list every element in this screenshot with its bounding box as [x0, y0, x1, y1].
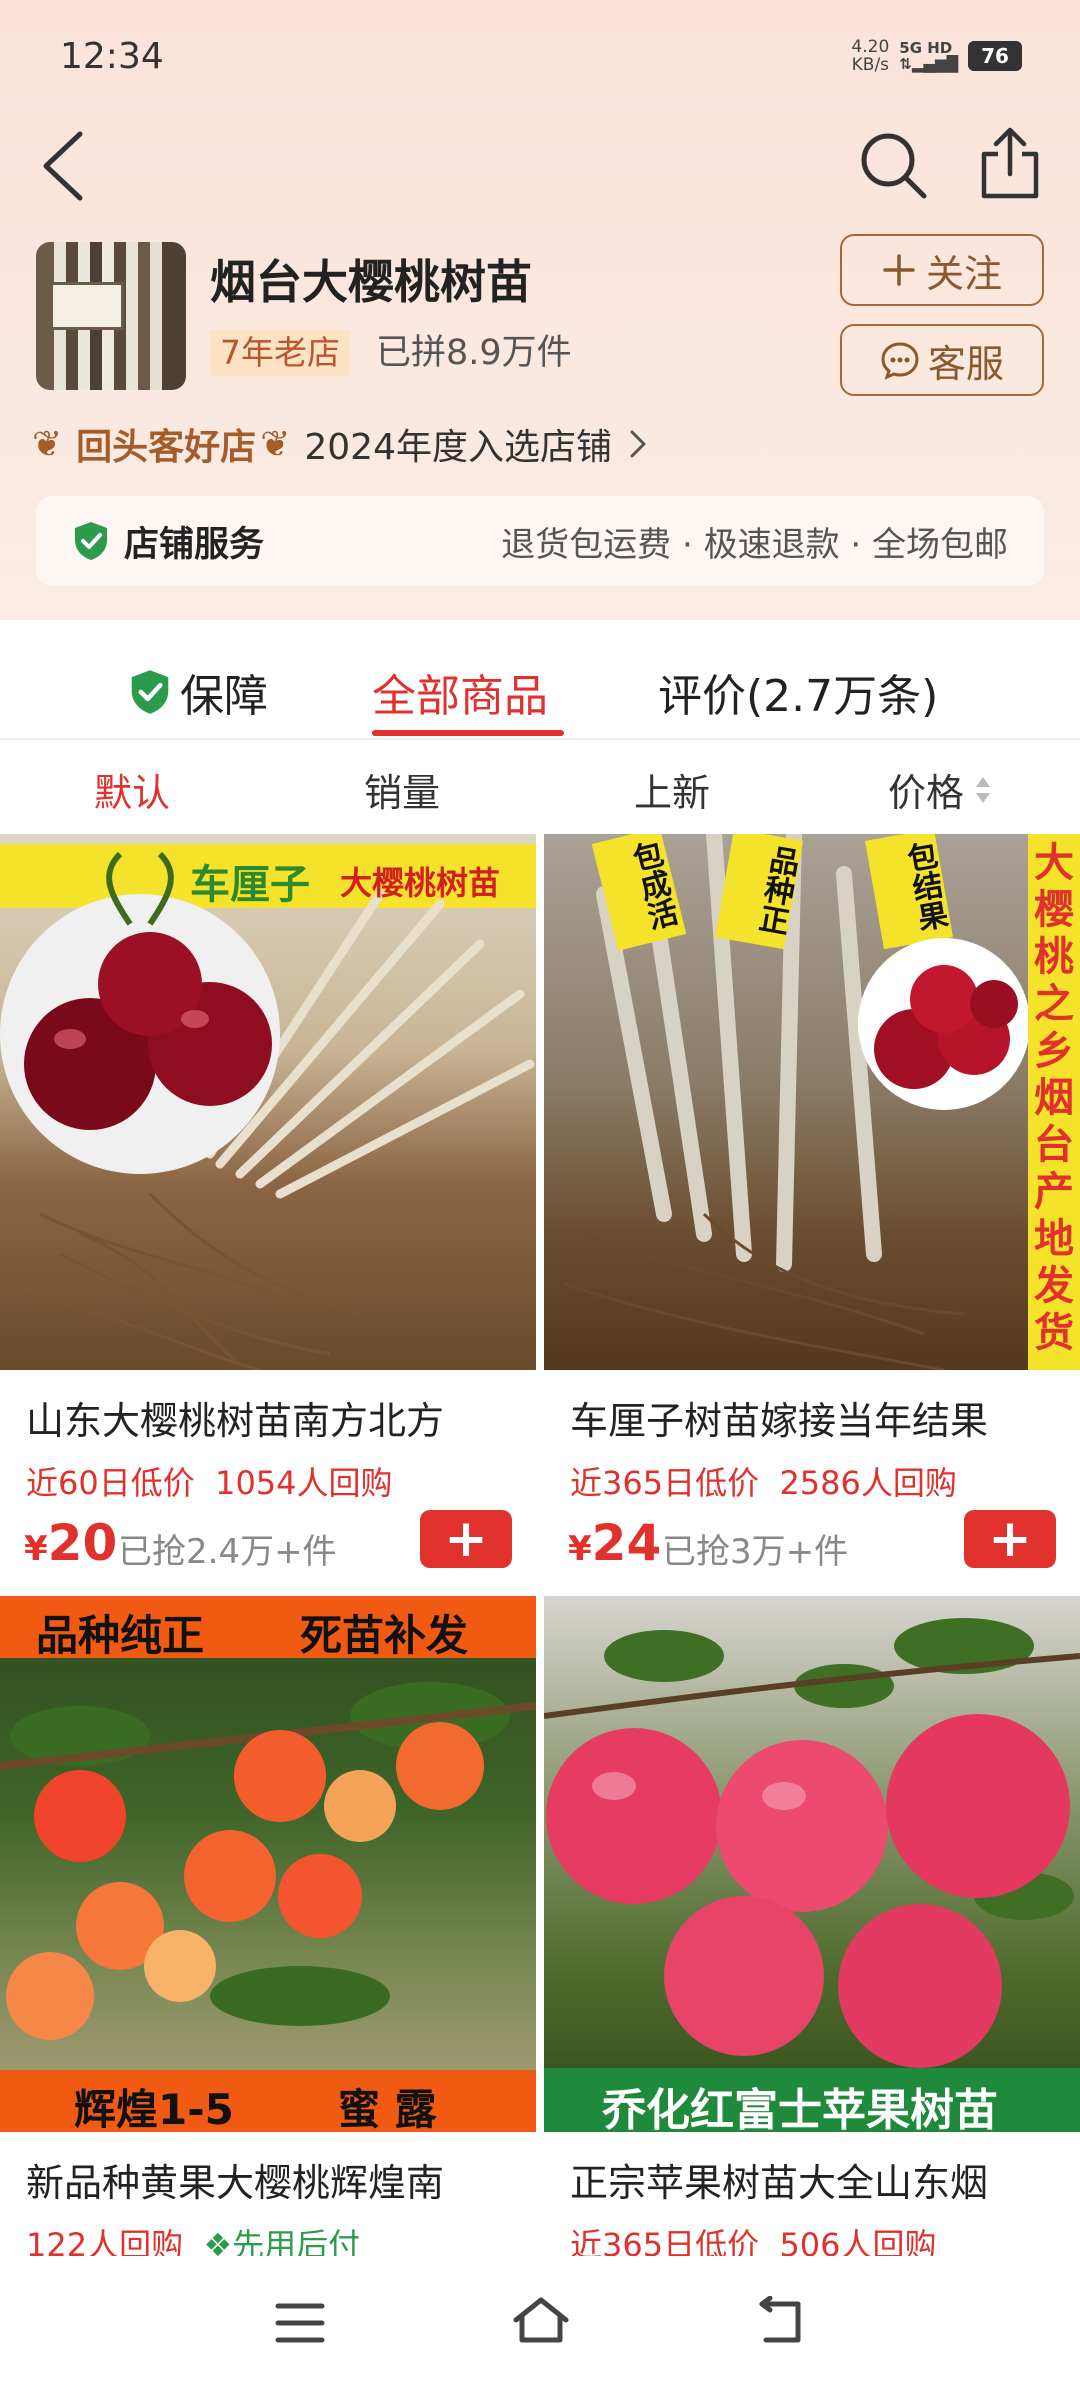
yellow-cherry-graphic: [0, 1596, 536, 2132]
shop-service-bar[interactable]: 店铺服务 退货包运费 · 极速退款 · 全场包邮: [36, 496, 1044, 586]
image-text-bottom: 乔化红富士苹果树苗: [602, 2085, 998, 2132]
apple-graphic: [544, 1618, 1080, 2132]
service-title: 店铺服务: [124, 524, 265, 565]
repeat-customer-badge[interactable]: ❦ 回头客好店 ❦ 2024年度入选店铺: [32, 418, 650, 470]
product-title: 正宗苹果树苗大全山东烟: [570, 2161, 989, 2205]
share-icon[interactable]: [978, 126, 1042, 200]
product-title: 车厘子树苗嫁接当年结果: [570, 1399, 989, 1443]
follow-button[interactable]: 关注: [840, 234, 1044, 306]
customer-service-button[interactable]: 客服: [840, 324, 1044, 396]
add-to-cart-button[interactable]: +: [964, 1510, 1056, 1568]
product-image: 包成活 品种正 包结果 大樱桃之乡烟台产地发货: [544, 834, 1080, 1370]
product-card[interactable]: 乔化红富士苹果树苗 正宗苹果树苗大全山东烟 近365日低价 506人回购: [544, 1596, 1080, 2264]
sort-new[interactable]: 上新: [634, 762, 710, 817]
product-image: 乔化红富士苹果树苗: [544, 1596, 1080, 2132]
shop-tabs: 保障 全部商品 评价(2.7万条): [0, 620, 1080, 740]
plus-icon: [883, 254, 915, 286]
product-title: 新品种黄果大樱桃辉煌南: [26, 2161, 445, 2205]
product-price: ¥24: [568, 1514, 662, 1572]
signal-icon: 5G HD ⇅▂▄▆█: [899, 39, 958, 73]
sort-arrows-icon: [976, 776, 991, 803]
laurel-left-icon: ❦: [32, 423, 63, 465]
product-sold: 已抢2.4万+件: [118, 1532, 337, 1572]
shop-years-tag: 7年老店: [210, 330, 350, 376]
image-text-top-left: 品种纯正: [36, 1611, 205, 1660]
menu-icon[interactable]: [272, 2300, 328, 2346]
shop-sold-count: 已拼8.9万件: [376, 333, 572, 373]
shield-check-icon: [131, 670, 169, 714]
shop-logo[interactable]: [36, 242, 186, 390]
sort-price-label: 价格: [888, 771, 965, 815]
product-title: 山东大樱桃树苗南方北方: [26, 1399, 445, 1443]
product-meta: 近365日低价 2586人回购: [570, 1464, 957, 1502]
image-text-bottom-right: 蜜 露: [338, 2085, 437, 2132]
product-image: 品种纯正 死苗补发 辉煌1-5 蜜 露: [0, 1596, 536, 2132]
shield-check-icon: [75, 522, 107, 560]
status-icons: 4.20 KB/s 5G HD ⇅▂▄▆█ 76: [851, 38, 1022, 74]
tab-guarantee[interactable]: 保障: [128, 660, 268, 724]
back-arrow-icon[interactable]: [36, 128, 96, 204]
add-to-cart-button[interactable]: +: [420, 1510, 512, 1568]
search-icon[interactable]: [858, 130, 928, 200]
status-time: 12:34: [60, 36, 164, 77]
system-navigation-bar: [0, 2256, 1080, 2388]
image-text-top-right: 死苗补发: [300, 1611, 469, 1660]
product-price: ¥20: [24, 1514, 118, 1572]
image-banner: 车厘子: [190, 862, 310, 908]
follow-label: 关注: [925, 251, 1002, 296]
image-banner-2: 大樱桃树苗: [340, 864, 501, 902]
image-text-bottom-left: 辉煌1-5: [74, 2085, 234, 2132]
laurel-right-icon: ❦: [260, 423, 291, 465]
service-items: 退货包运费 · 极速退款 · 全场包邮: [501, 524, 1008, 565]
product-card[interactable]: 包成活 品种正 包结果 大樱桃之乡烟台产地发货 车厘子树苗嫁接当年结果 近365…: [544, 834, 1080, 1574]
product-meta: 近60日低价 1054人回购: [26, 1464, 393, 1502]
tab-reviews[interactable]: 评价(2.7万条): [658, 660, 938, 724]
product-card[interactable]: 车厘子 大樱桃树苗 山东大樱桃树苗南方北方 近60日低价 1054人回购 ¥20…: [0, 834, 536, 1574]
sort-default[interactable]: 默认: [94, 762, 170, 817]
chevron-right-icon: [630, 430, 646, 458]
product-card[interactable]: 品种纯正 死苗补发 辉煌1-5 蜜 露 新品种黄果大樱桃辉煌南 122人回购 ❖…: [0, 1596, 536, 2264]
sort-sales[interactable]: 销量: [364, 762, 440, 817]
tab-active-underline: [372, 730, 564, 736]
customer-service-label: 客服: [927, 341, 1004, 386]
shop-name: 烟台大樱桃树苗: [210, 255, 532, 309]
back-nav-icon[interactable]: [752, 2296, 808, 2346]
chat-bubble-icon: [881, 342, 919, 380]
home-icon[interactable]: [510, 2294, 572, 2346]
net-speed: 4.20 KB/s: [851, 37, 890, 75]
product-image: 车厘子 大樱桃树苗: [0, 834, 536, 1370]
battery-icon: 76: [968, 41, 1022, 71]
image-side-text: 大樱桃之乡烟台产地发货: [1034, 840, 1074, 1356]
cherry-seedling-graphic: [0, 844, 536, 1370]
badge-desc: 2024年度入选店铺: [304, 427, 612, 468]
product-sold: 已抢3万+件: [662, 1532, 849, 1572]
sort-price[interactable]: 价格: [888, 762, 992, 817]
tab-guarantee-label: 保障: [180, 671, 268, 722]
badge-name: 回头客好店: [76, 427, 257, 468]
tab-all-products[interactable]: 全部商品: [372, 660, 548, 724]
